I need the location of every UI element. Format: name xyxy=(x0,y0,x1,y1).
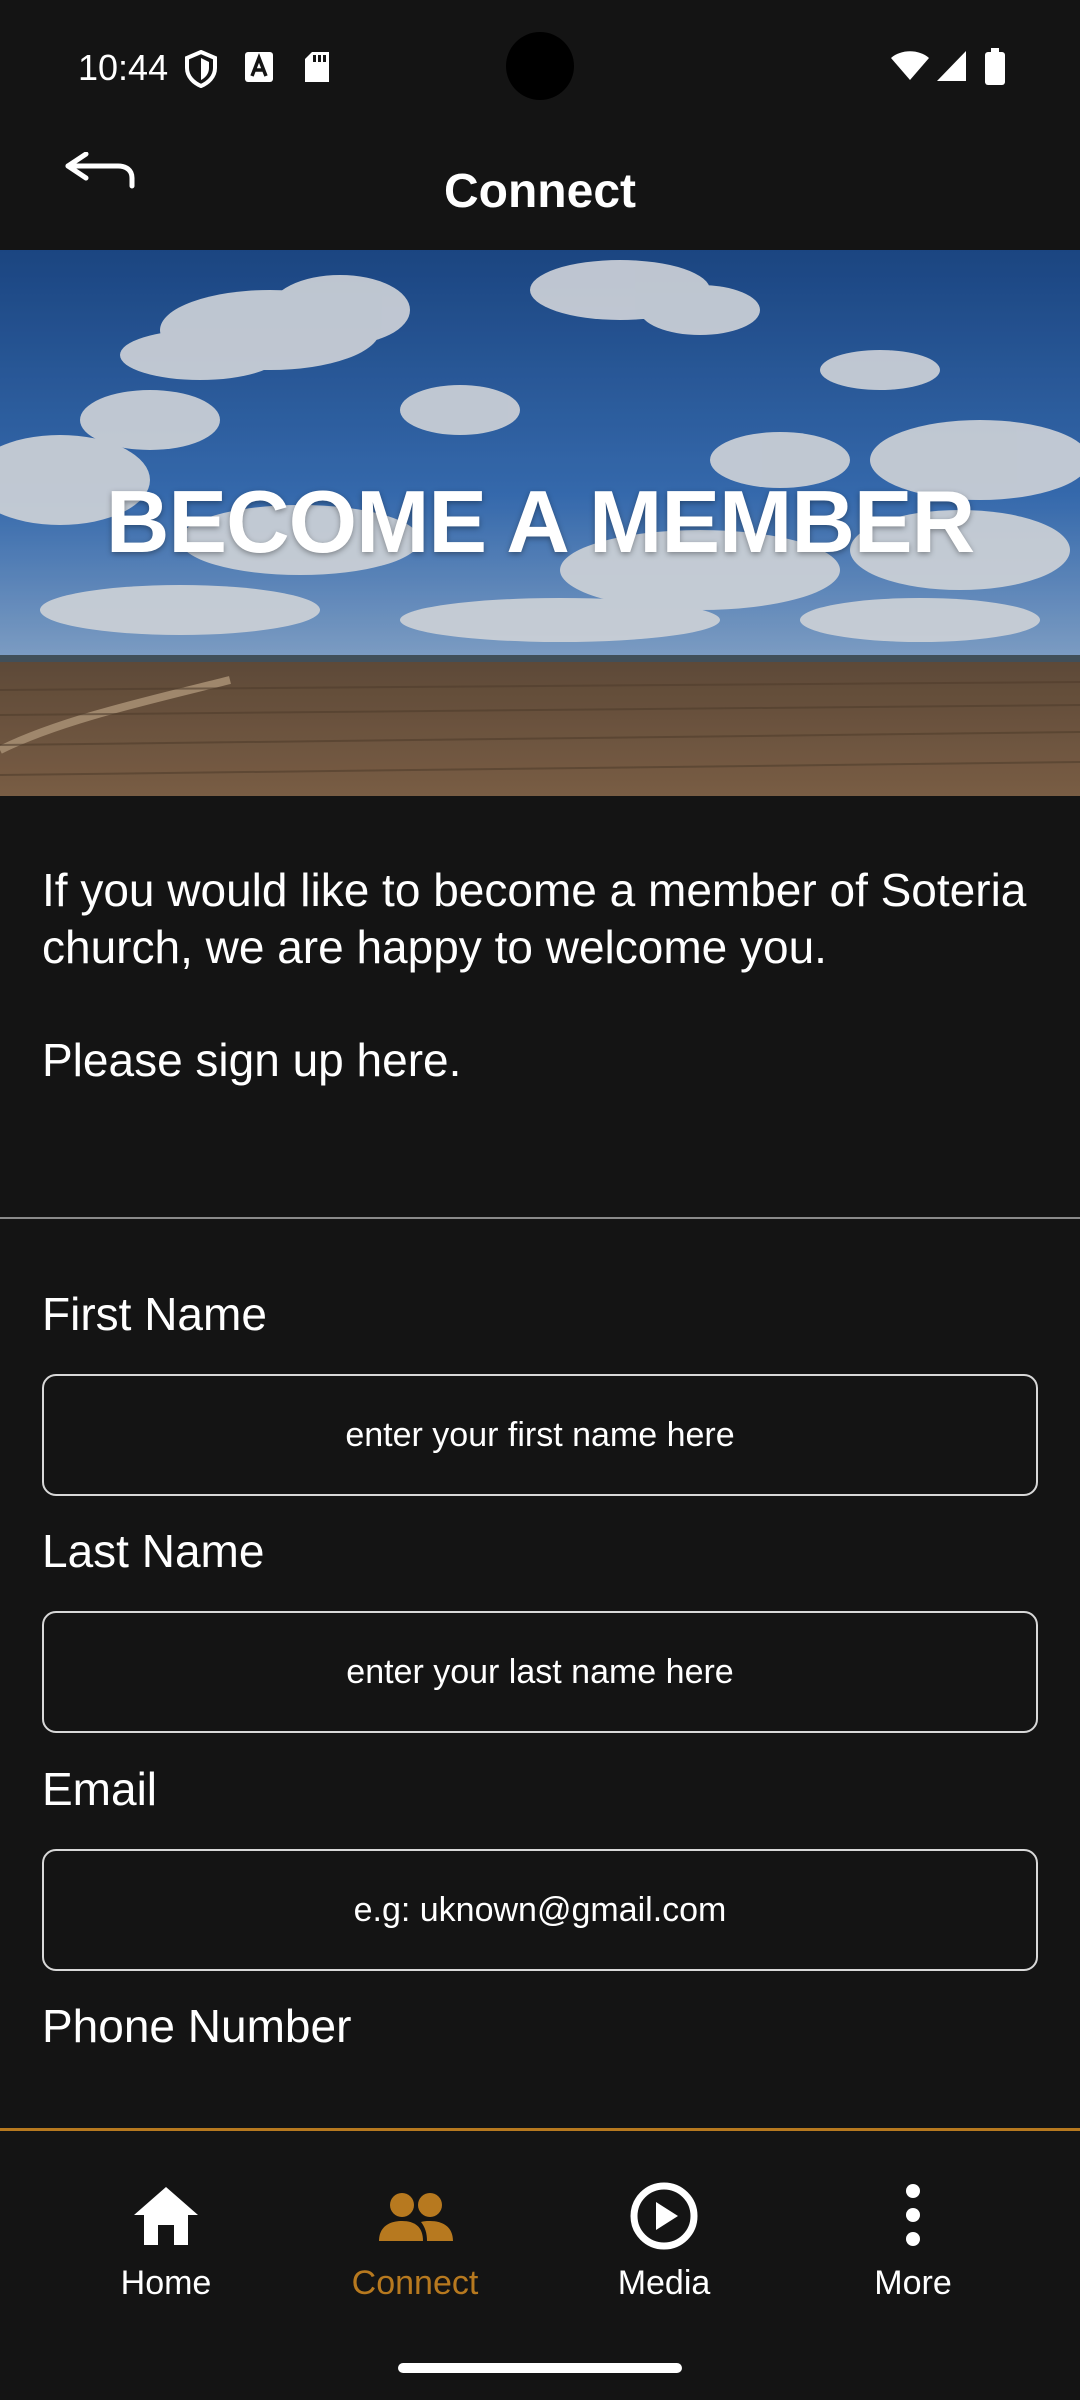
nav-item-connect[interactable]: Connect xyxy=(315,2181,515,2311)
play-circle-icon xyxy=(630,2182,698,2250)
signup-prompt: Please sign up here. xyxy=(42,1034,462,1086)
email-label: Email xyxy=(42,1763,158,1815)
battery-icon xyxy=(984,48,1006,91)
nav-item-media[interactable]: Media xyxy=(564,2181,764,2311)
status-bar: 10:44 xyxy=(0,0,1080,120)
nav-label-more: More xyxy=(874,2264,952,2302)
email-field[interactable] xyxy=(42,1849,1038,1971)
first-name-field[interactable] xyxy=(42,1374,1038,1496)
divider xyxy=(0,1217,1080,1219)
wifi-icon xyxy=(890,50,930,87)
nav-label-connect: Connect xyxy=(351,2264,479,2302)
nav-label-home: Home xyxy=(120,2264,212,2302)
home-indicator[interactable] xyxy=(398,2363,682,2373)
bottom-nav: Home Connect Media More xyxy=(0,2128,1080,2400)
nav-item-more[interactable]: More xyxy=(813,2181,1013,2311)
last-name-label: Last Name xyxy=(42,1525,265,1577)
status-time: 10:44 xyxy=(78,47,169,88)
home-icon xyxy=(134,2187,198,2245)
signal-icon xyxy=(936,50,968,87)
hero-title: BECOME A MEMBER xyxy=(105,472,975,571)
people-icon xyxy=(379,2193,453,2241)
first-name-input[interactable] xyxy=(44,1376,1036,1494)
nav-item-home[interactable]: Home xyxy=(66,2181,266,2311)
keyboard-a-icon xyxy=(244,50,274,89)
phone-number-label: Phone Number xyxy=(42,2000,352,2052)
sd-card-icon xyxy=(302,50,332,89)
nav-label-media: Media xyxy=(617,2264,711,2302)
page-title: Connect xyxy=(444,165,636,218)
shield-icon xyxy=(184,49,218,93)
email-input[interactable] xyxy=(44,1851,1036,1969)
camera-cutout xyxy=(506,32,574,100)
app-header: Connect xyxy=(0,120,1080,250)
first-name-label: First Name xyxy=(42,1288,267,1340)
last-name-input[interactable] xyxy=(44,1613,1036,1731)
intro-paragraph: If you would like to become a member of … xyxy=(42,864,1027,973)
last-name-field[interactable] xyxy=(42,1611,1038,1733)
hero-banner: BECOME A MEMBER xyxy=(0,250,1080,796)
intro-section: If you would like to become a member of … xyxy=(42,862,1042,1089)
more-vertical-icon xyxy=(906,2184,920,2246)
